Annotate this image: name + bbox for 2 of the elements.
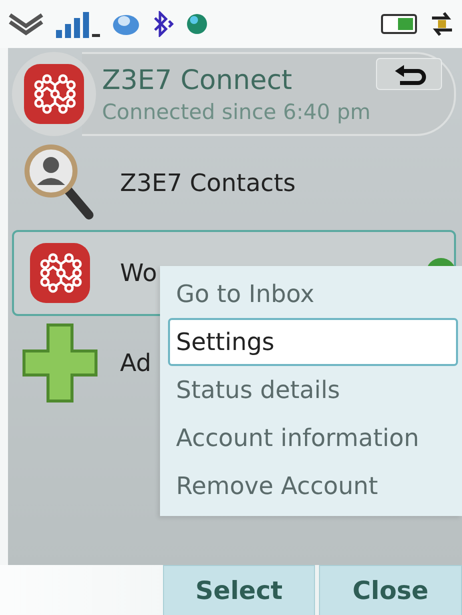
app-title: Z3E7 Connect	[102, 64, 292, 96]
connection-status: Connected since 6:40 pm	[102, 100, 372, 124]
